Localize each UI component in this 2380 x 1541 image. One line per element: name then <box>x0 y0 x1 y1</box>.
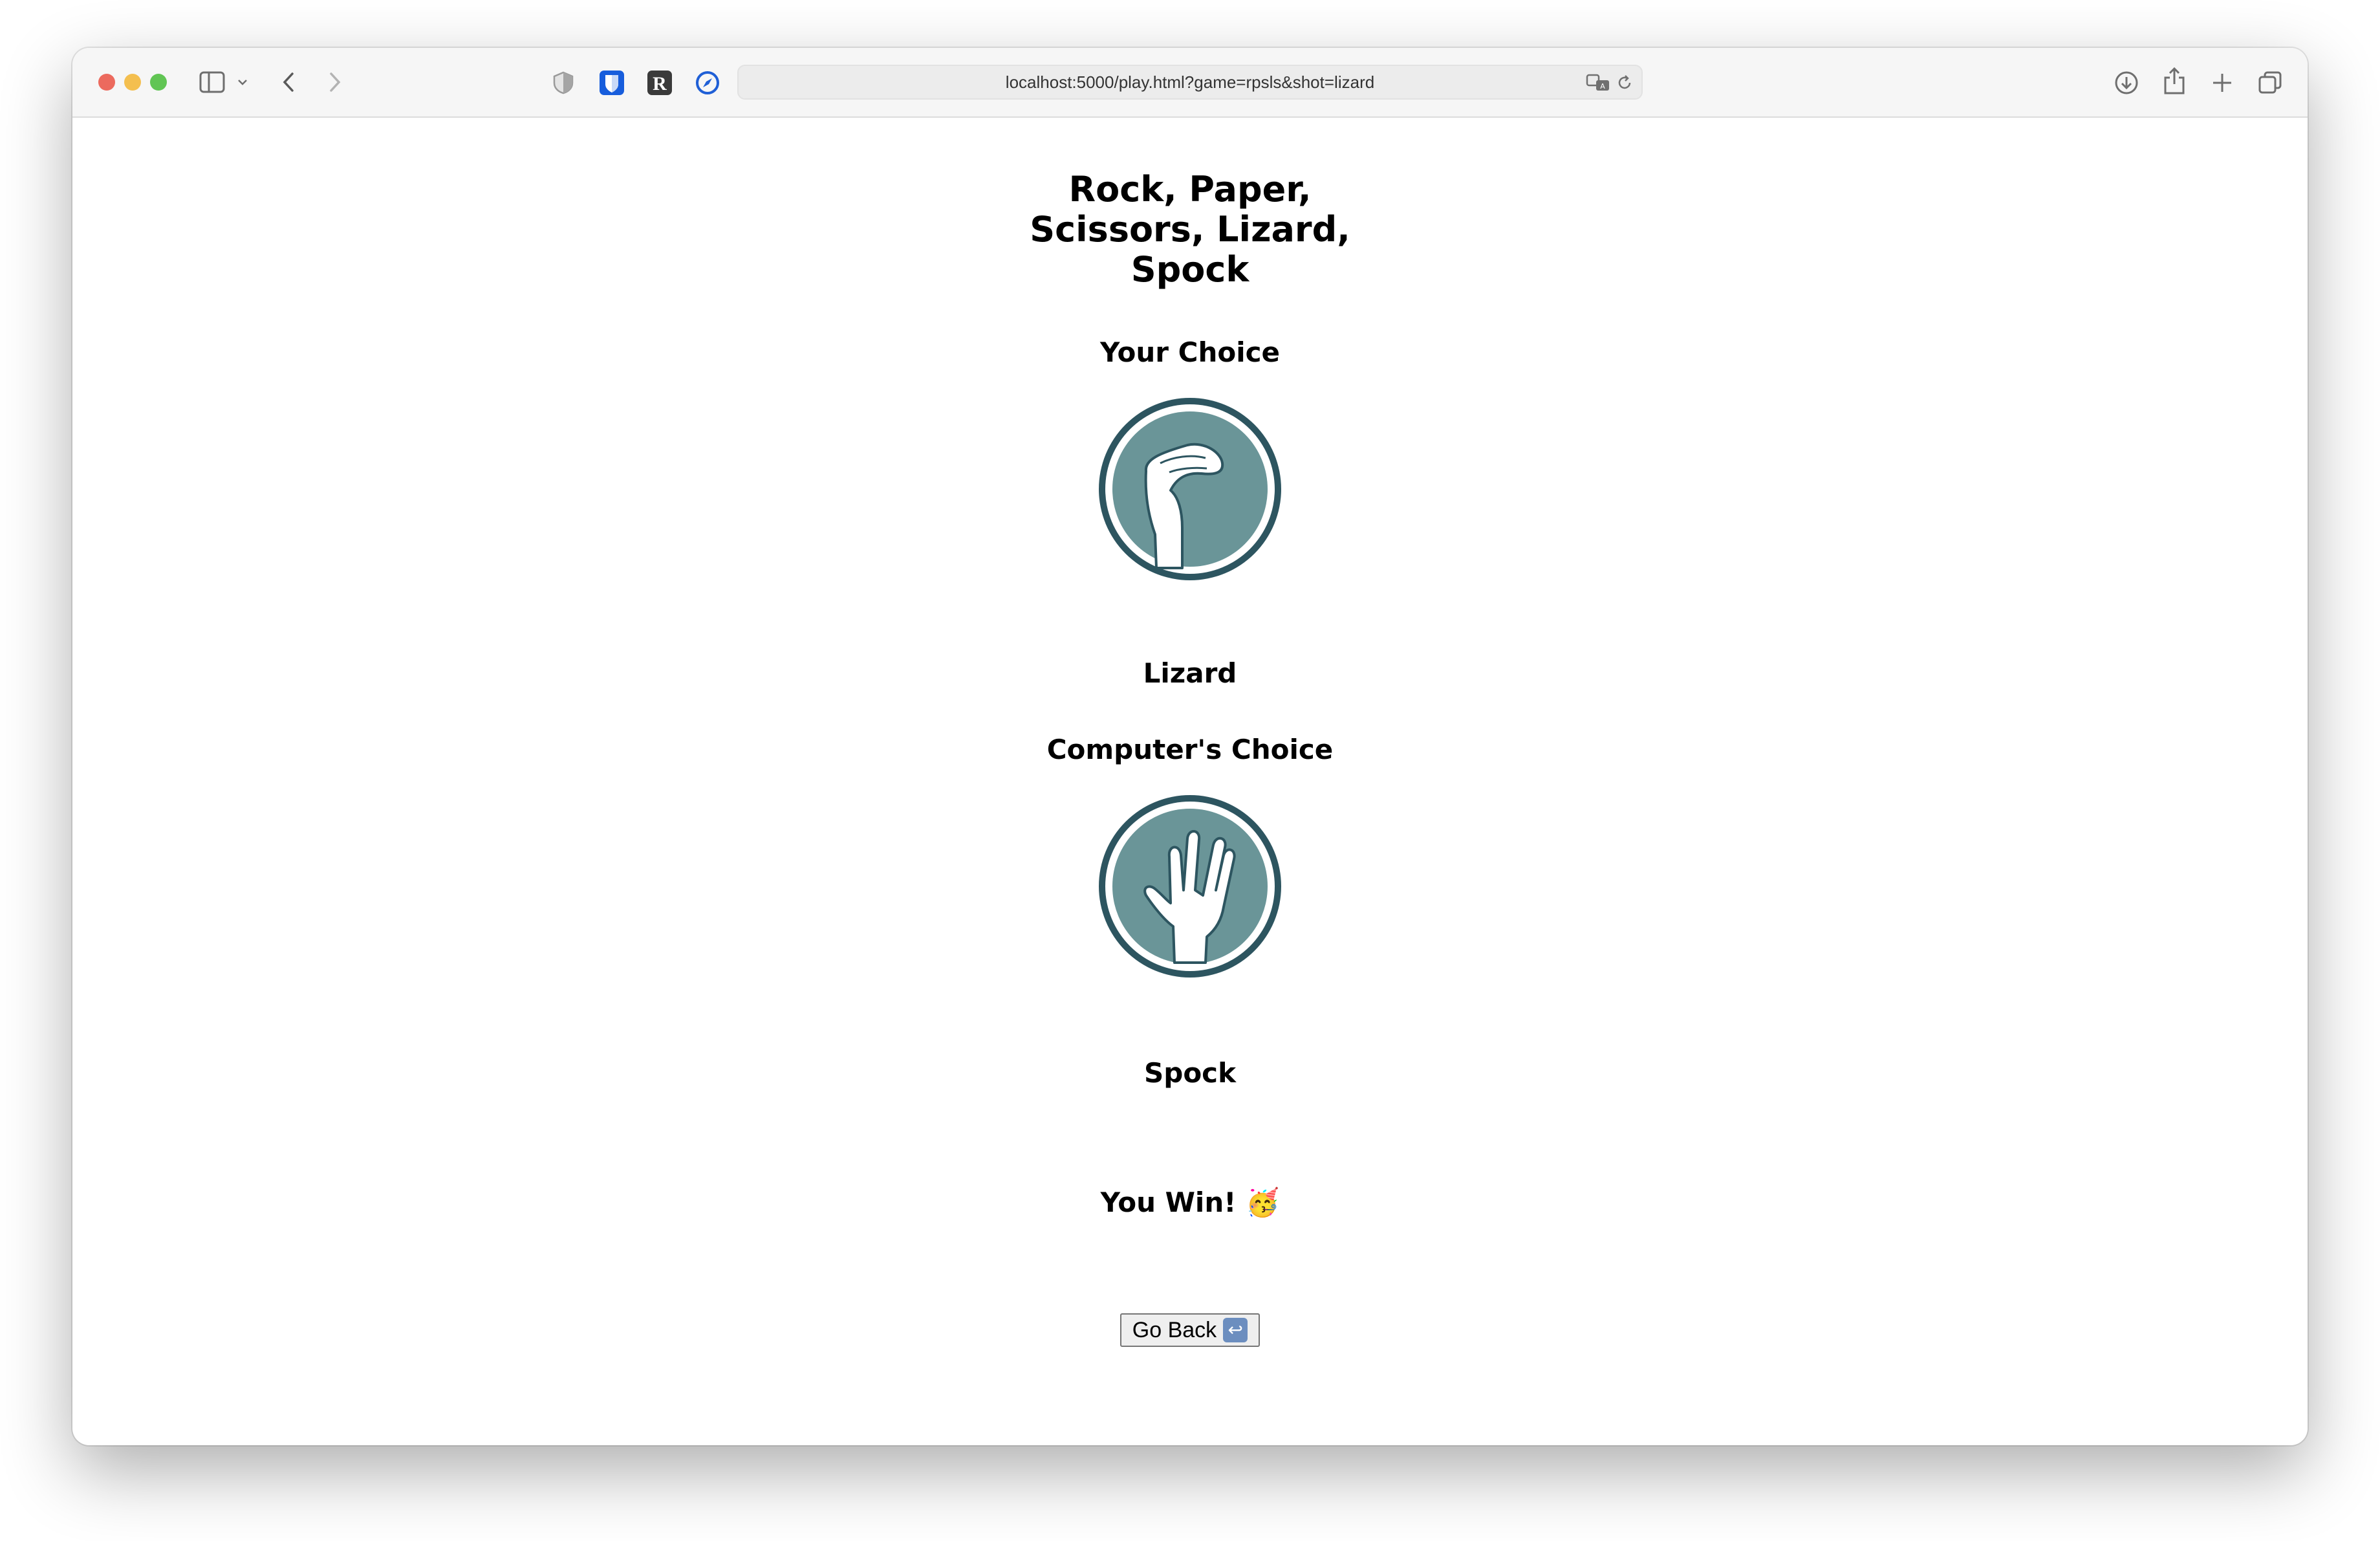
address-bar[interactable]: localhost:5000/play.html?game=rpsls&shot… <box>737 65 1643 100</box>
result-message: You Win! 🥳 <box>72 1186 2308 1219</box>
reload-icon[interactable] <box>1616 74 1634 92</box>
privacy-shield-icon[interactable] <box>552 71 574 94</box>
browser-toolbar: R localhost:5000/play.html?game=rpsls&sh… <box>72 48 2308 118</box>
your-choice-heading: Your Choice <box>1099 336 1280 368</box>
party-face-emoji: 🥳 <box>1246 1186 1280 1218</box>
new-tab-icon[interactable] <box>2211 71 2234 94</box>
chevron-down-icon[interactable] <box>237 78 248 87</box>
password-manager-extension-icon[interactable] <box>599 70 625 96</box>
sidebar-toggle-icon[interactable] <box>199 71 225 93</box>
page-content: Rock, Paper, Scissors, Lizard, Spock You… <box>72 118 2308 1445</box>
svg-text:R: R <box>653 73 667 94</box>
downloads-icon[interactable] <box>2114 70 2139 96</box>
page-title: Rock, Paper, Scissors, Lizard, Spock <box>1030 169 1350 290</box>
share-icon[interactable] <box>2163 66 2186 96</box>
your-choice-label: Lizard <box>1143 657 1237 689</box>
computer-choice-heading: Computer's Choice <box>1046 734 1334 765</box>
go-back-button[interactable]: Go Back ↩ <box>1120 1313 1260 1347</box>
compass-extension-icon[interactable] <box>695 70 720 96</box>
close-window-button[interactable] <box>98 74 115 91</box>
minimize-window-button[interactable] <box>124 74 141 91</box>
spock-hand-icon <box>1099 795 1281 978</box>
go-back-label: Go Back <box>1132 1317 1217 1342</box>
translate-icon[interactable]: A <box>1586 74 1610 92</box>
tab-overview-icon[interactable] <box>2257 70 2283 96</box>
return-arrow-icon: ↩ <box>1223 1318 1248 1342</box>
url-text: localhost:5000/play.html?game=rpsls&shot… <box>1005 72 1375 92</box>
result-text: You Win! <box>1100 1186 1237 1218</box>
zoom-window-button[interactable] <box>150 74 167 91</box>
browser-window: R localhost:5000/play.html?game=rpsls&sh… <box>72 48 2308 1445</box>
forward-icon[interactable] <box>326 70 344 94</box>
computer-choice-label: Spock <box>1144 1057 1236 1089</box>
back-icon[interactable] <box>279 70 298 94</box>
reader-extension-icon[interactable]: R <box>647 70 673 96</box>
svg-text:A: A <box>1600 82 1605 91</box>
lizard-hand-icon <box>1099 398 1281 580</box>
